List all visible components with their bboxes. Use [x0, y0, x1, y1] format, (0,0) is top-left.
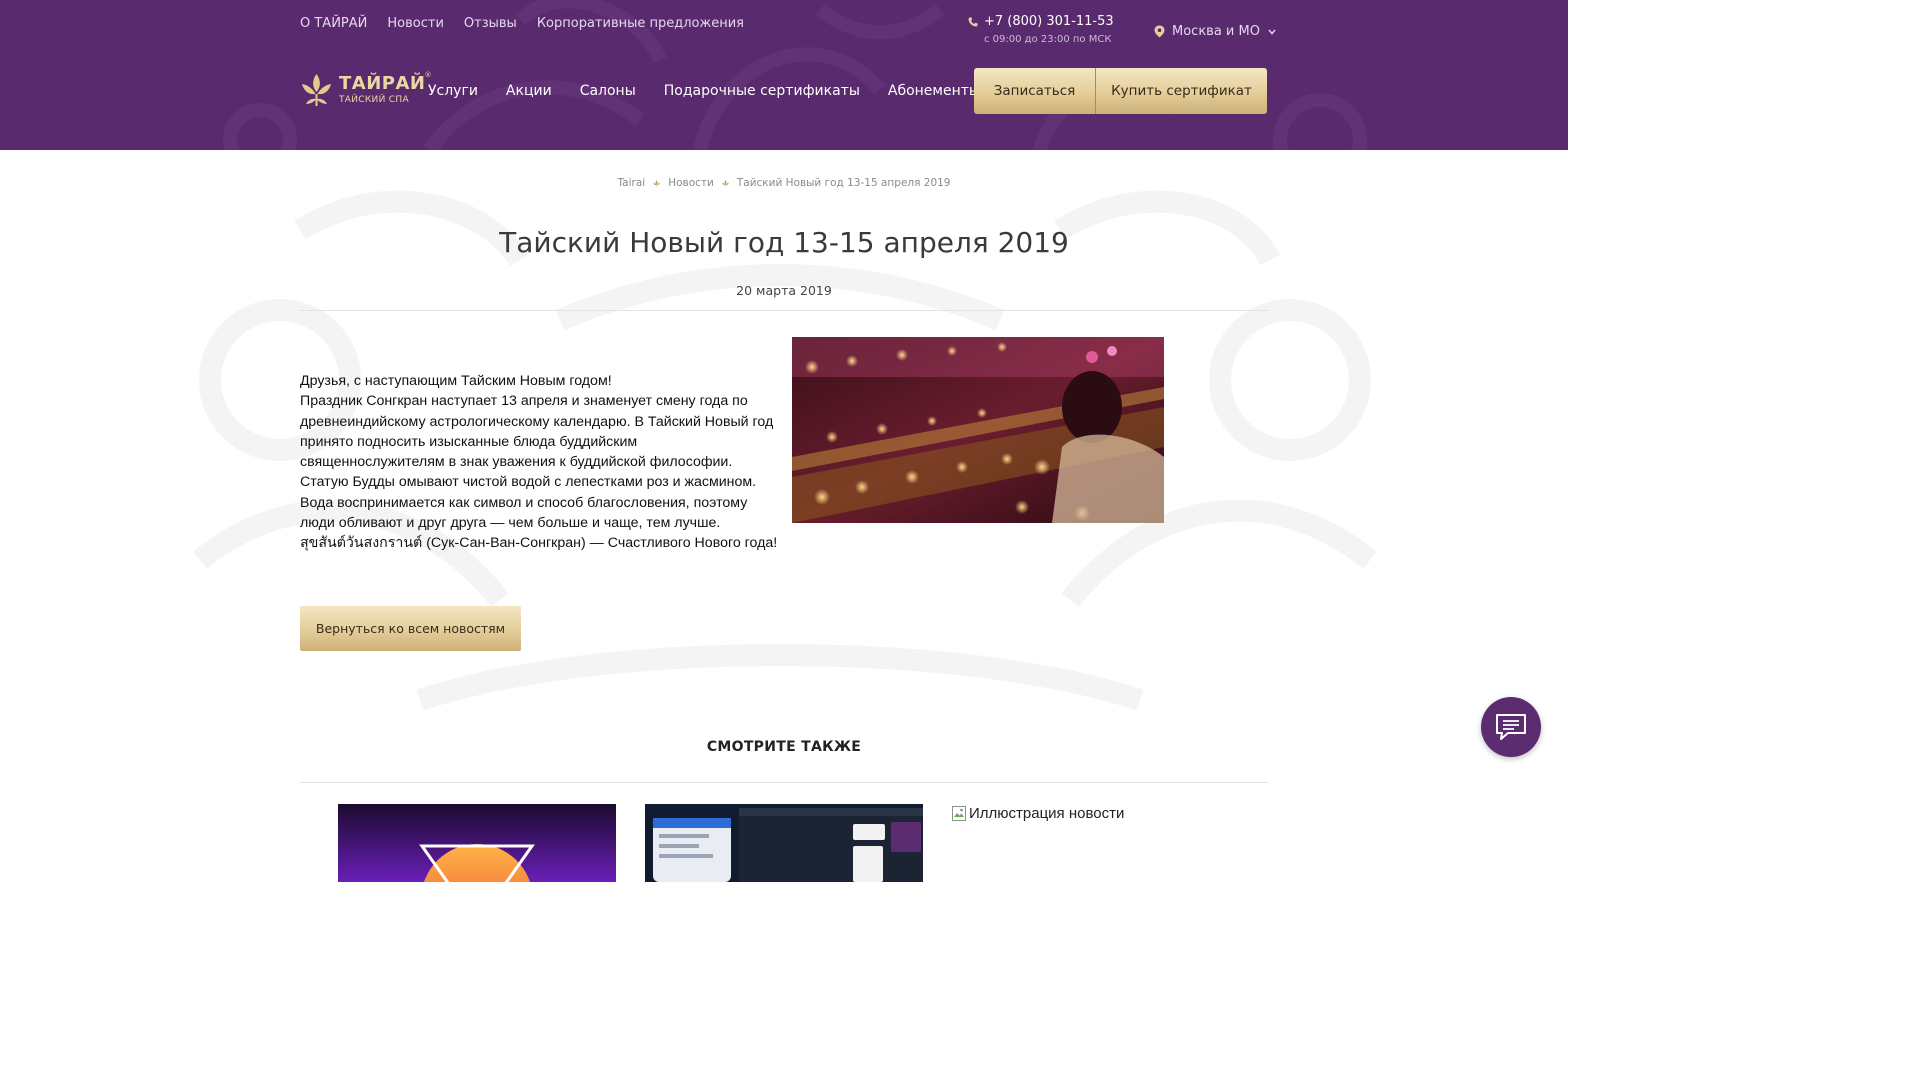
- related-news-image: [645, 804, 923, 882]
- top-nav-about[interactable]: О ТАЙРАЙ: [300, 16, 367, 31]
- chat-widget-button[interactable]: [1481, 697, 1541, 757]
- related-news-image: [338, 804, 616, 882]
- chat-icon: [1496, 714, 1526, 740]
- city-selector[interactable]: Москва и МО: [1154, 24, 1276, 39]
- article-photo: [792, 337, 1164, 523]
- background-ornament: [193, 190, 1377, 711]
- main-nav-subscriptions[interactable]: Абонементы: [888, 83, 980, 99]
- article-paragraph: Праздник Сонгкран наступает 13 апреля и …: [300, 393, 774, 532]
- lotus-logo-icon: [302, 74, 331, 106]
- related-news-card-broken-image[interactable]: Иллюстрация новости: [952, 805, 1124, 822]
- top-nav-reviews[interactable]: Отзывы: [464, 16, 517, 31]
- article-body: Друзья, с наступающим Тайским Новым годо…: [300, 371, 780, 554]
- breadcrumb-news[interactable]: Новости: [668, 177, 714, 189]
- map-pin-icon: [1154, 25, 1165, 38]
- page-title: Тайский Новый год 13-15 апреля 2019: [499, 226, 1069, 259]
- see-also-heading: СМОТРИТЕ ТАКЖЕ: [706, 739, 862, 755]
- chevron-down-icon: [1268, 29, 1276, 35]
- logo-name: ТАЙРАЙ: [339, 73, 426, 94]
- top-nav: О ТАЙРАЙ Новости Отзывы Корпоративные пр…: [300, 16, 744, 31]
- header-ornament: [223, 0, 1367, 150]
- main-nav-salons[interactable]: Салоны: [580, 83, 636, 99]
- article-date: 20 марта 2019: [736, 283, 832, 298]
- phone-icon: [968, 17, 978, 26]
- main-nav-promotions[interactable]: Акции: [506, 83, 552, 99]
- site-logo[interactable]: ТАЙРАЙ ® ТАЙСКИЙ СПА: [300, 72, 431, 108]
- breadcrumb-current: Тайский Новый год 13-15 апреля 2019: [736, 177, 951, 189]
- top-nav-news[interactable]: Новости: [387, 16, 444, 31]
- main-nav-services[interactable]: Услуги: [428, 83, 478, 99]
- logo-registered-mark: ®: [424, 71, 432, 79]
- contact-block: +7 (800) 301-11-53 с 09:00 до 23:00 по М…: [968, 14, 1114, 45]
- broken-image-alt-text: Иллюстрация новости: [969, 805, 1125, 822]
- breadcrumb-separator-icon: [722, 179, 729, 187]
- breadcrumb-home[interactable]: Tairai: [618, 177, 646, 189]
- signup-button[interactable]: Записаться: [974, 68, 1096, 114]
- broken-image-icon: [952, 806, 966, 821]
- back-to-news-button[interactable]: Вернуться ко всем новостям: [300, 606, 521, 651]
- related-news-card[interactable]: [645, 804, 923, 882]
- main-nav: Услуги Акции Салоны Подарочные сертифика…: [428, 83, 980, 99]
- working-hours: с 09:00 до 23:00 по МСК: [984, 34, 1112, 45]
- main-nav-gift-certificates[interactable]: Подарочные сертификаты: [664, 83, 860, 99]
- divider: [300, 782, 1268, 783]
- phone-link[interactable]: +7 (800) 301-11-53: [984, 14, 1114, 29]
- header-actions: Записаться Купить сертификат: [974, 68, 1267, 114]
- breadcrumb-separator-icon: [653, 179, 660, 187]
- buy-certificate-button[interactable]: Купить сертификат: [1096, 68, 1267, 114]
- breadcrumb: Tairai Новости Тайский Новый год 13-15 а…: [0, 177, 1568, 189]
- site-header: О ТАЙРАЙ Новости Отзывы Корпоративные пр…: [0, 0, 1568, 150]
- article-paragraph: Друзья, с наступающим Тайским Новым годо…: [300, 373, 612, 389]
- city-label: Москва и МО: [1172, 24, 1260, 39]
- article-paragraph: สุขสันต์วันสงกรานต์ (Сук-Сан-Ван-Сонгкра…: [300, 535, 778, 552]
- top-nav-corporate[interactable]: Корпоративные предложения: [537, 16, 744, 31]
- related-news-card[interactable]: [338, 804, 616, 882]
- divider: [300, 310, 1268, 311]
- logo-tagline: ТАЙСКИЙ СПА: [339, 95, 409, 105]
